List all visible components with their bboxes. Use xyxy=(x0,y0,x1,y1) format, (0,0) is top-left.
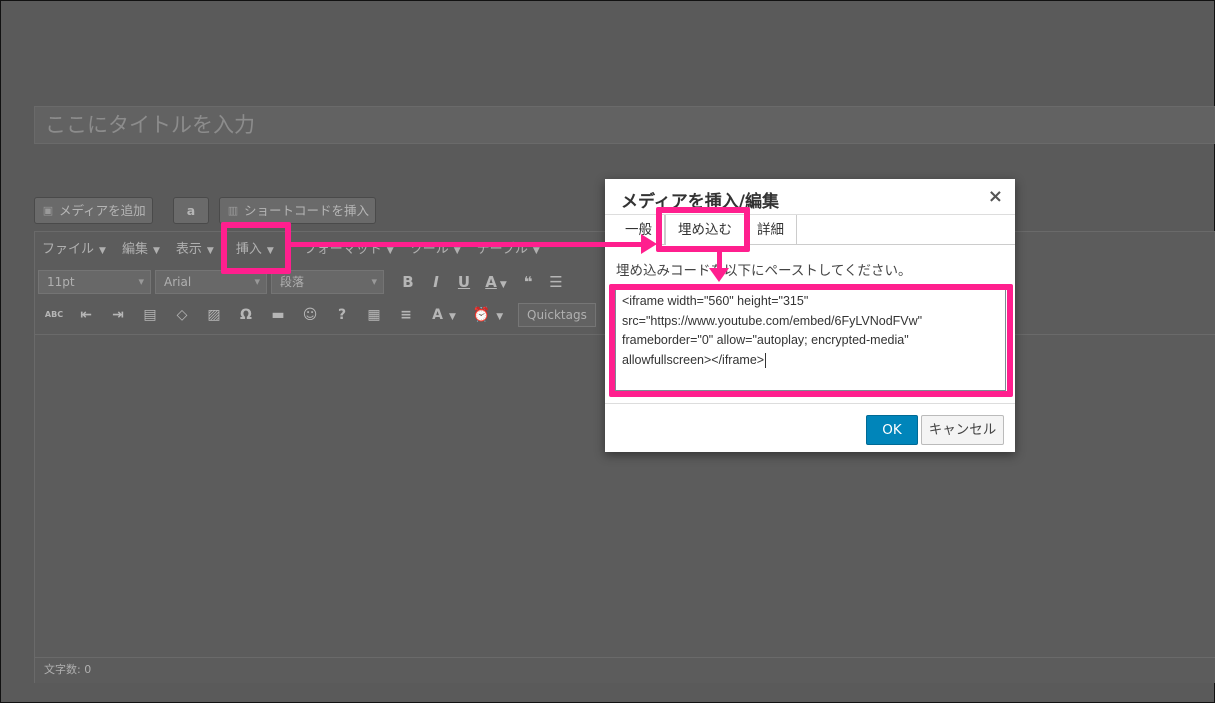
chevron-down-icon: ▼ xyxy=(386,245,394,256)
quicktags-button[interactable]: Quicktags xyxy=(518,303,596,327)
amazon-button[interactable]: a xyxy=(173,197,209,224)
image-icon[interactable]: ▨ xyxy=(198,303,230,327)
word-count: 文字数: 0 xyxy=(35,657,1215,683)
add-media-label: メディアを追加 xyxy=(59,203,146,218)
horizontal-rule-icon[interactable]: ▬ xyxy=(262,303,294,327)
arrow-head-right xyxy=(641,234,657,254)
arrow-head-down xyxy=(709,268,729,282)
help-icon[interactable]: ? xyxy=(326,303,358,327)
indent-icon[interactable]: ⇥ xyxy=(102,303,134,327)
strikethrough-icon[interactable]: ABC xyxy=(38,303,70,327)
add-media-button[interactable]: ▣ メディアを追加 xyxy=(34,197,153,224)
paste-icon[interactable]: ▤ xyxy=(134,303,166,327)
bg-color-icon[interactable]: A ▼ xyxy=(422,303,466,327)
embed-instruction: 埋め込みコードを以下にペーストしてください。 xyxy=(616,263,912,279)
media-embed-icon[interactable]: ▦ xyxy=(358,303,390,327)
menu-file[interactable]: ファイル ▼ xyxy=(42,238,106,257)
text-color-icon: A xyxy=(485,273,497,291)
arrow-line-horizontal xyxy=(291,242,643,247)
highlight-embed-tab xyxy=(656,207,750,252)
menu-table[interactable]: テーブル ▼ xyxy=(477,238,540,257)
chevron-down-icon: ▼ xyxy=(206,245,214,256)
tab-advanced[interactable]: 詳細 xyxy=(745,215,797,245)
emoji-icon[interactable]: ☺ xyxy=(294,303,326,327)
menu-view-label: 表示 xyxy=(175,241,202,257)
menu-file-label: ファイル xyxy=(42,241,95,257)
italic-button[interactable]: I xyxy=(422,270,450,294)
media-icon: ▣ xyxy=(42,203,54,217)
highlight-code-area xyxy=(609,284,1013,397)
omega-icon[interactable]: Ω xyxy=(230,303,262,327)
clock-icon[interactable]: ⏰ ▼ xyxy=(466,303,510,327)
insert-shortcode-label: ショートコードを挿入 xyxy=(244,203,370,218)
chevron-down-icon: ▼ xyxy=(448,312,456,322)
chevron-down-icon: ▼ xyxy=(152,245,160,256)
post-title-input[interactable]: ここにタイトルを入力 xyxy=(34,106,1215,144)
insert-shortcode-button[interactable]: ▥ ショートコードを挿入 xyxy=(219,197,377,224)
toolbar-row-2: ABC ⇤ ⇥ ▤ ◇ ▨ Ω ▬ ☺ ? ▦ ≡ A ▼ ⏰ ▼ Quicktag… xyxy=(38,302,596,328)
chevron-down-icon: ▼ xyxy=(532,245,540,256)
chevron-down-icon: ▼ xyxy=(499,280,507,290)
chevron-down-icon: ▼ xyxy=(496,312,504,322)
menu-tools[interactable]: ツール ▼ xyxy=(410,238,461,257)
bold-button[interactable]: B xyxy=(394,270,422,294)
clear-format-icon[interactable]: ◇ xyxy=(166,303,198,327)
menu-edit-label: 編集 xyxy=(121,241,148,257)
bullet-list-icon[interactable]: ☰ xyxy=(542,270,570,294)
dialog-footer: OK キャンセル xyxy=(605,403,1015,452)
text-color-button[interactable]: A ▼ xyxy=(478,270,514,294)
highlight-insert-menu xyxy=(221,222,291,274)
menu-edit[interactable]: 編集 ▼ xyxy=(122,238,160,257)
close-icon[interactable]: × xyxy=(988,186,1003,207)
underline-button[interactable]: U xyxy=(450,270,478,294)
blockquote-button[interactable]: ❝ xyxy=(514,270,542,294)
justify-icon[interactable]: ≡ xyxy=(390,303,422,327)
menu-view[interactable]: 表示 ▼ xyxy=(176,238,214,257)
cancel-button[interactable]: キャンセル xyxy=(921,415,1004,445)
chevron-down-icon: ▼ xyxy=(453,245,461,256)
chevron-down-icon: ▼ xyxy=(99,245,106,256)
ok-button[interactable]: OK xyxy=(866,415,918,445)
font-size-select[interactable]: 11pt xyxy=(38,270,151,294)
outdent-icon[interactable]: ⇤ xyxy=(70,303,102,327)
amazon-icon: a xyxy=(186,203,196,218)
shortcode-icon: ▥ xyxy=(227,203,239,217)
toolbar-row-1: 11pt Arial 段落 B I U A▼ ❝ ☰ xyxy=(38,269,570,295)
menu-format[interactable]: フォーマット ▼ xyxy=(304,238,394,257)
